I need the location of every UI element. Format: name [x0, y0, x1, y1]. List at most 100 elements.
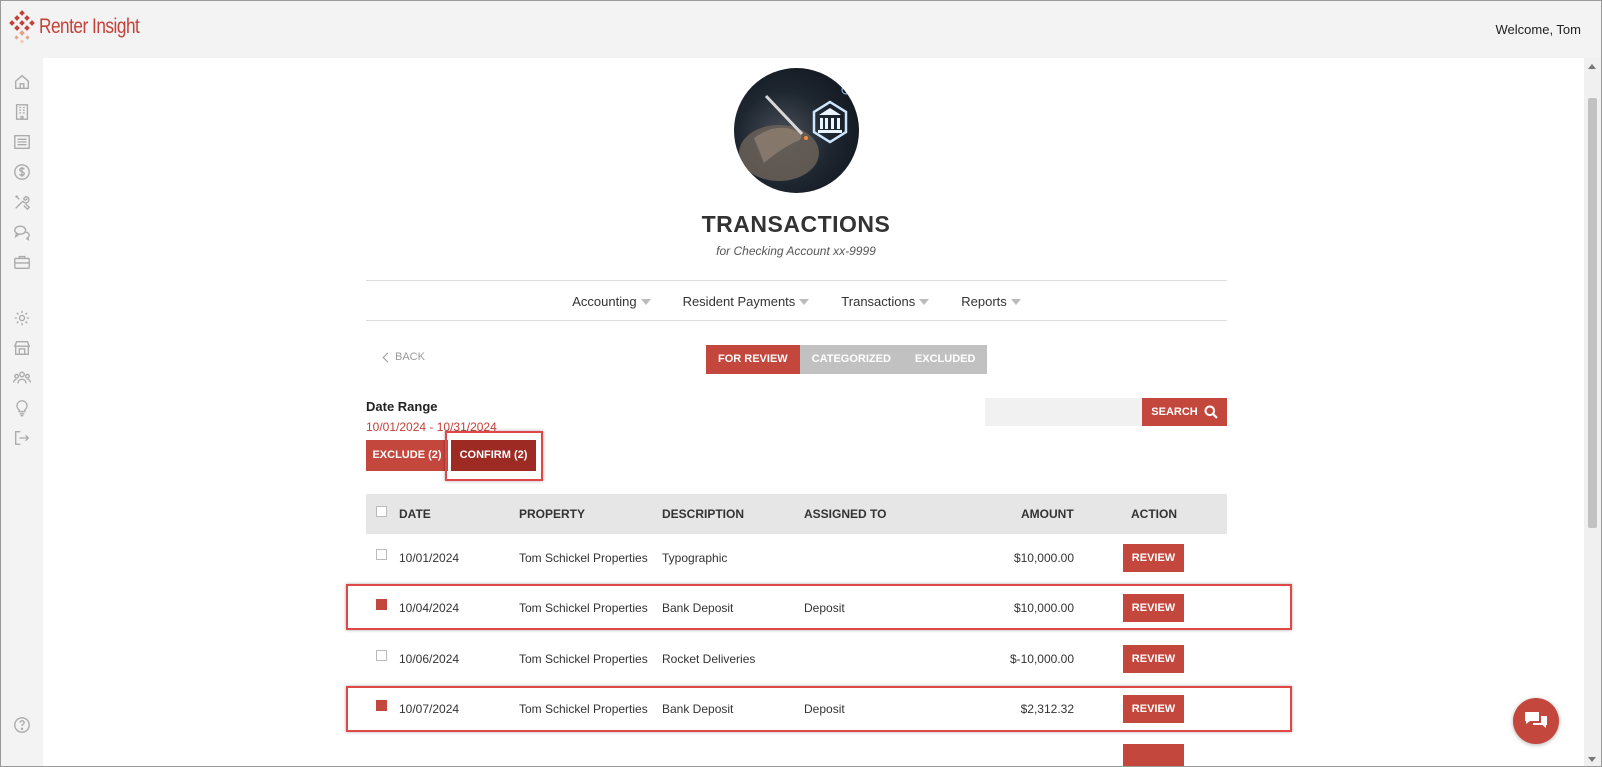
- help-icon: [14, 717, 30, 733]
- table-row: 10/01/2024 Tom Schickel Properties Typog…: [366, 533, 1227, 583]
- brand-logo[interactable]: Renter Insight: [9, 10, 161, 44]
- table-row: 10/07/2024 Tom Schickel Properties Bank …: [366, 684, 1227, 734]
- nav-reports[interactable]: Reports: [961, 294, 1021, 309]
- col-description[interactable]: DESCRIPTION: [662, 507, 744, 521]
- vertical-scrollbar[interactable]: [1584, 58, 1601, 766]
- search-button[interactable]: SEARCH: [1142, 398, 1227, 426]
- sidebar-item-logout[interactable]: [12, 428, 32, 448]
- nav-accounting[interactable]: Accounting: [572, 294, 651, 309]
- home-icon: [15, 74, 29, 89]
- brand-name: Renter Insight: [39, 15, 140, 38]
- nav-transactions-label: Transactions: [841, 294, 916, 309]
- divider: [366, 280, 1227, 281]
- row-checkbox[interactable]: [376, 700, 387, 711]
- people-icon: [13, 371, 31, 384]
- review-tabs: FOR REVIEW CATEGORIZED EXCLUDED: [706, 345, 988, 374]
- nav-reports-label: Reports: [961, 294, 1007, 309]
- sidebar-item-properties[interactable]: [12, 102, 32, 122]
- scrollbar-thumb[interactable]: [1588, 98, 1597, 528]
- sidebar-item-store[interactable]: [12, 338, 32, 358]
- sidebar-item-help[interactable]: [12, 715, 32, 735]
- nav-accounting-label: Accounting: [572, 294, 637, 309]
- row-amount: $-10,000.00: [1009, 652, 1074, 666]
- list-icon: [14, 135, 30, 149]
- logout-icon: [15, 431, 30, 445]
- col-amount[interactable]: AMOUNT: [1021, 507, 1074, 521]
- transactions-hero-image: [734, 68, 859, 193]
- search-input[interactable]: [985, 398, 1142, 426]
- gear-icon: [14, 310, 30, 326]
- tab-excluded[interactable]: EXCLUDED: [902, 345, 988, 374]
- row-description: Rocket Deliveries: [662, 652, 756, 666]
- review-button[interactable]: REVIEW: [1123, 695, 1184, 723]
- row-checkbox[interactable]: [376, 549, 387, 560]
- back-link[interactable]: BACK: [382, 351, 425, 363]
- sidebar-item-ideas[interactable]: [12, 398, 32, 418]
- sidebar: [1, 58, 43, 766]
- tab-for-review[interactable]: FOR REVIEW: [706, 345, 800, 374]
- page-title: TRANSACTIONS: [701, 211, 891, 237]
- table-row: 10/06/2024 Tom Schickel Properties Rocke…: [366, 634, 1227, 684]
- sidebar-item-list[interactable]: [12, 132, 32, 152]
- nav-resident-payments[interactable]: Resident Payments: [683, 294, 810, 309]
- building-icon: [15, 104, 29, 120]
- row-amount: $2,312.32: [1020, 702, 1074, 716]
- date-range-value[interactable]: 10/01/2024 - 10/31/2024: [366, 420, 497, 434]
- row-checkbox[interactable]: [376, 650, 387, 661]
- col-property[interactable]: PROPERTY: [519, 507, 585, 521]
- nav-transactions[interactable]: Transactions: [841, 294, 930, 309]
- caret-down-icon: [919, 299, 930, 305]
- divider: [366, 320, 1227, 321]
- review-button-partial[interactable]: [1123, 744, 1184, 766]
- review-button[interactable]: REVIEW: [1123, 645, 1184, 673]
- caret-down-icon: [640, 299, 651, 305]
- lightbulb-icon: [16, 400, 28, 417]
- search-icon: [1204, 405, 1218, 419]
- page-subtitle: for Checking Account xx-9999: [716, 244, 876, 258]
- table-row: 10/04/2024 Tom Schickel Properties Bank …: [366, 583, 1227, 633]
- select-all-checkbox[interactable]: [376, 506, 387, 517]
- sidebar-item-users[interactable]: [12, 368, 32, 388]
- col-date[interactable]: DATE: [399, 507, 431, 521]
- table-header: DATE PROPERTY DESCRIPTION ASSIGNED TO AM…: [366, 494, 1227, 534]
- nav-resident-payments-label: Resident Payments: [682, 294, 796, 309]
- chevron-left-icon: [382, 352, 393, 362]
- welcome-user[interactable]: Welcome, Tom: [1496, 22, 1582, 37]
- chat-widget-button[interactable]: [1513, 698, 1559, 744]
- top-bar: Renter Insight Welcome, Tom: [1, 1, 1601, 58]
- review-button[interactable]: REVIEW: [1123, 594, 1184, 622]
- sidebar-item-settings[interactable]: [12, 308, 32, 328]
- back-label: BACK: [395, 351, 425, 363]
- dollar-icon: [14, 164, 30, 180]
- col-assigned-to[interactable]: ASSIGNED TO: [804, 507, 886, 521]
- exclude-button[interactable]: EXCLUDE (2): [366, 440, 448, 471]
- row-checkbox[interactable]: [376, 599, 387, 610]
- sidebar-item-payments[interactable]: [12, 162, 32, 182]
- row-amount: $10,000.00: [1013, 601, 1074, 615]
- search-button-label: SEARCH: [1151, 406, 1198, 418]
- scroll-up-arrow-icon[interactable]: [1588, 64, 1596, 69]
- row-date: 10/06/2024: [399, 652, 460, 666]
- row-date: 10/04/2024: [399, 601, 460, 615]
- row-description: Bank Deposit: [662, 702, 734, 716]
- row-assigned-to: Deposit: [804, 601, 845, 615]
- row-property: Tom Schickel Properties: [519, 702, 648, 716]
- caret-down-icon: [1010, 299, 1021, 305]
- sidebar-item-home[interactable]: [12, 72, 32, 92]
- row-date: 10/01/2024: [399, 551, 460, 565]
- row-amount: $10,000.00: [1013, 551, 1074, 565]
- sidebar-item-maintenance[interactable]: [12, 192, 32, 212]
- store-icon: [13, 341, 31, 355]
- tab-categorized[interactable]: CATEGORIZED: [799, 345, 903, 374]
- logo-diamond-icon: [9, 10, 35, 44]
- row-property: Tom Schickel Properties: [519, 601, 648, 615]
- chat-bubble-icon: [1525, 712, 1547, 728]
- app-window: Renter Insight Welcome, Tom TRANSACTIONS…: [0, 0, 1602, 767]
- row-property: Tom Schickel Properties: [519, 652, 648, 666]
- row-description: Typographic: [662, 551, 728, 565]
- review-button[interactable]: REVIEW: [1123, 544, 1184, 572]
- scroll-down-arrow-icon[interactable]: [1588, 757, 1596, 762]
- row-assigned-to: Deposit: [804, 702, 845, 716]
- date-range-label: Date Range: [366, 399, 438, 414]
- confirm-button[interactable]: CONFIRM (2): [451, 440, 536, 471]
